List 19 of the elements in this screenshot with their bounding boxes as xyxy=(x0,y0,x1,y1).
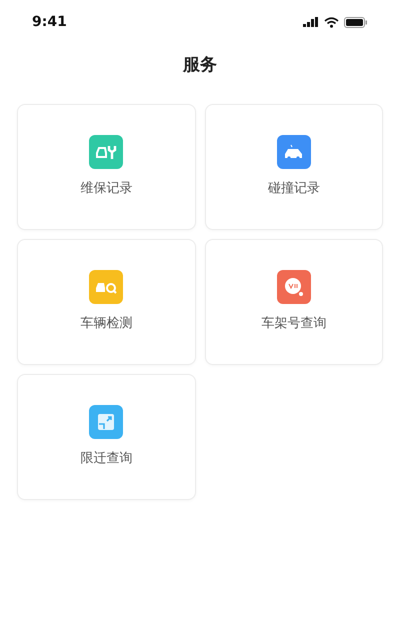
car-wrench-icon xyxy=(95,144,118,160)
service-card[interactable]: 车辆检测 xyxy=(17,239,196,365)
service-label: 碰撞记录 xyxy=(268,180,320,198)
expand-icon xyxy=(97,413,116,432)
service-label: 维保记录 xyxy=(80,180,132,198)
signal-icon xyxy=(303,17,319,27)
service-card[interactable]: 车架号查询 xyxy=(204,239,383,365)
service-label: 车架号查询 xyxy=(261,315,326,334)
circle-search-icon xyxy=(282,276,305,298)
battery-icon xyxy=(344,16,368,28)
service-card[interactable]: 碰撞记录 xyxy=(204,104,383,230)
service-label: 车辆检测 xyxy=(80,315,132,334)
service-card[interactable]: 限迁查询 xyxy=(17,374,196,500)
status-time: 9:41 xyxy=(32,12,67,32)
service-label: 限迁查询 xyxy=(80,450,132,468)
car-icon xyxy=(282,144,305,160)
page-title: 服务 xyxy=(183,54,217,78)
service-card[interactable]: 维保记录 xyxy=(17,104,196,230)
wifi-icon xyxy=(324,16,339,28)
